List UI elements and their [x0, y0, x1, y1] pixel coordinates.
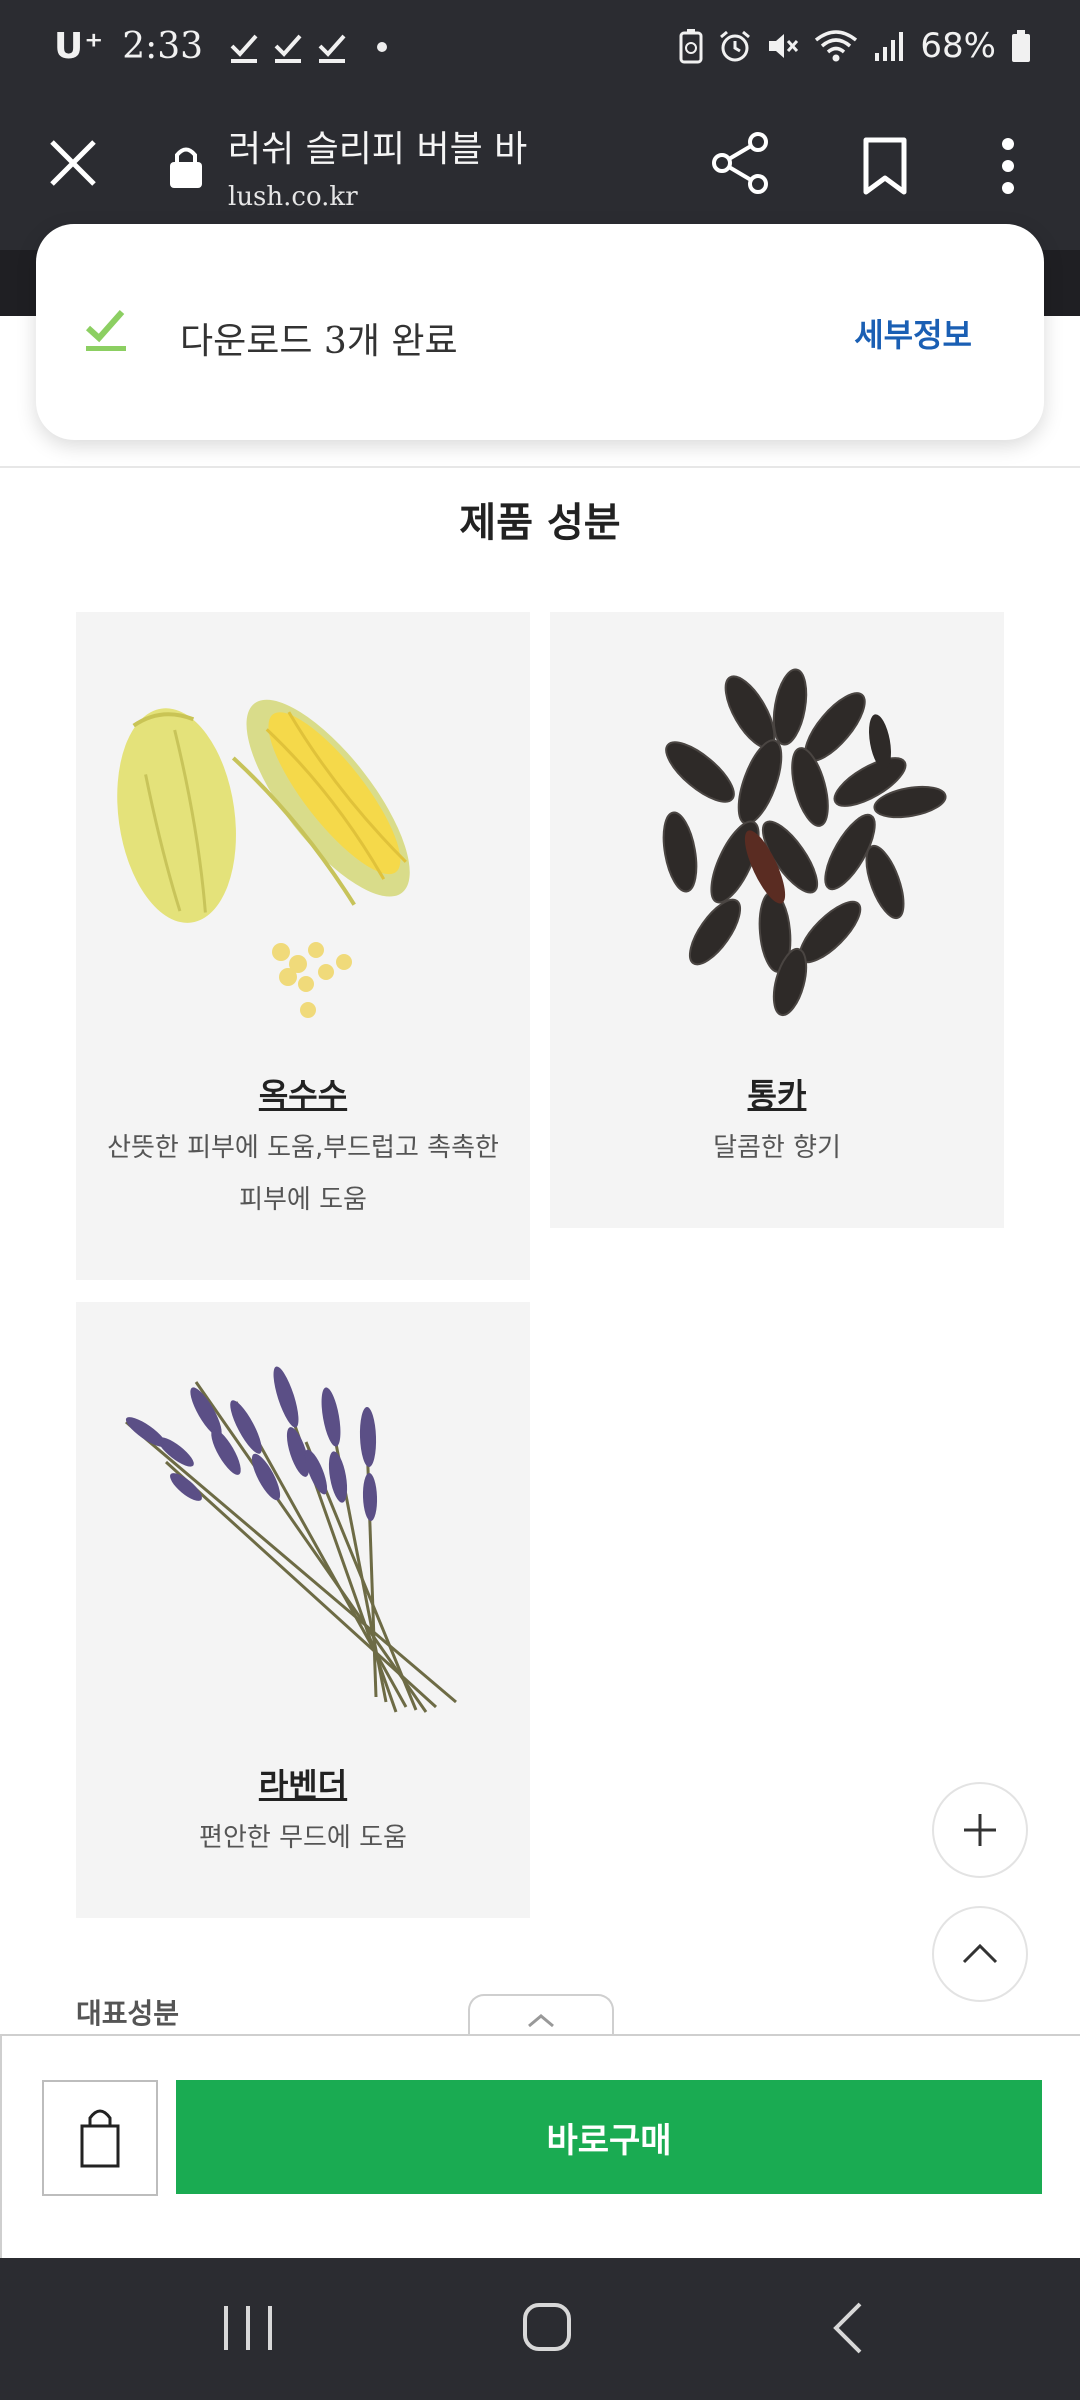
- ingredient-description: 산뜻한 피부에 도움,부드럽고 촉촉한 피부에 도움: [107, 1133, 499, 1215]
- download-toast: 다운로드 3개 완료 세부정보: [36, 224, 1044, 440]
- page-url[interactable]: lush.co.kr: [228, 182, 358, 212]
- download-done-icon: [318, 34, 346, 63]
- download-done-icon: [274, 34, 302, 63]
- bookmark-icon[interactable]: [860, 136, 910, 196]
- ingredient-description: 편안한 무드에 도움: [199, 1823, 407, 1853]
- clock: 2:33: [122, 26, 204, 67]
- download-done-icon: [85, 310, 126, 351]
- lock-icon: [170, 147, 202, 188]
- back-icon[interactable]: [826, 2298, 870, 2358]
- lavender-image: [125, 1366, 457, 1713]
- divider: [0, 466, 1080, 468]
- buybar-toggle[interactable]: [468, 1994, 614, 2038]
- home-icon[interactable]: [520, 2300, 574, 2354]
- ingredient-card-tonka[interactable]: 통카 달콤한 향기: [550, 612, 1004, 1228]
- top-chrome: U⁺ 2:33 68% 러쉬 슬리피 버블 바 lush.co.kr: [0, 0, 1080, 250]
- ingredient-description: 달콤한 향기: [713, 1133, 841, 1163]
- corn-image: [117, 699, 410, 1018]
- share-icon[interactable]: [708, 130, 774, 196]
- ingredient-card-lavender[interactable]: 라벤더 편안한 무드에 도움: [76, 1302, 530, 1918]
- close-icon[interactable]: [46, 136, 100, 190]
- mute-icon: [769, 34, 799, 58]
- scroll-top-button[interactable]: [932, 1906, 1028, 2002]
- notification-icons: [229, 30, 347, 64]
- expand-button[interactable]: [932, 1782, 1028, 1878]
- recents-icon[interactable]: [220, 2302, 276, 2354]
- section-title: 제품 성분: [459, 500, 621, 546]
- status-bar: U⁺ 2:33 68%: [0, 0, 1080, 100]
- ingredient-name[interactable]: 라벤더: [76, 1760, 530, 1806]
- details-link[interactable]: 세부정보: [854, 310, 972, 356]
- ingredient-card-corn[interactable]: 옥수수 산뜻한 피부에 도움,부드럽고 촉촉한 피부에 도움: [76, 612, 530, 1280]
- ingredient-name[interactable]: 옥수수: [76, 1070, 530, 1116]
- system-nav-bar: [0, 2258, 1080, 2400]
- shopping-bag-icon: [80, 2109, 120, 2168]
- cart-button[interactable]: [42, 2080, 158, 2196]
- chevron-up-icon: [528, 2014, 554, 2028]
- purchase-bar: 바로구매: [0, 2034, 1080, 2260]
- plus-icon: [964, 1814, 996, 1846]
- representative-ingredients-label: 대표성분: [76, 1997, 180, 2030]
- ingredient-name[interactable]: 통카: [550, 1070, 1004, 1116]
- battery-percent: 68%: [920, 26, 996, 66]
- battery-saver-icon: [679, 29, 703, 64]
- more-notifications-dot: [377, 41, 388, 52]
- tonka-beans-image: [662, 668, 947, 1017]
- chevron-up-icon: [962, 1943, 998, 1964]
- buy-now-button[interactable]: 바로구매: [176, 2080, 1042, 2194]
- download-done-icon: [230, 34, 258, 63]
- battery-icon: [1012, 30, 1030, 62]
- wifi-icon: [815, 30, 858, 62]
- toast-message: 다운로드 3개 완료: [180, 321, 458, 362]
- page-title[interactable]: 러쉬 슬리피 버블 바: [228, 120, 527, 172]
- signal-icon: [875, 32, 904, 61]
- alarm-icon: [720, 30, 751, 62]
- carrier-label: U⁺: [54, 26, 105, 67]
- more-menu-icon[interactable]: [998, 136, 1018, 196]
